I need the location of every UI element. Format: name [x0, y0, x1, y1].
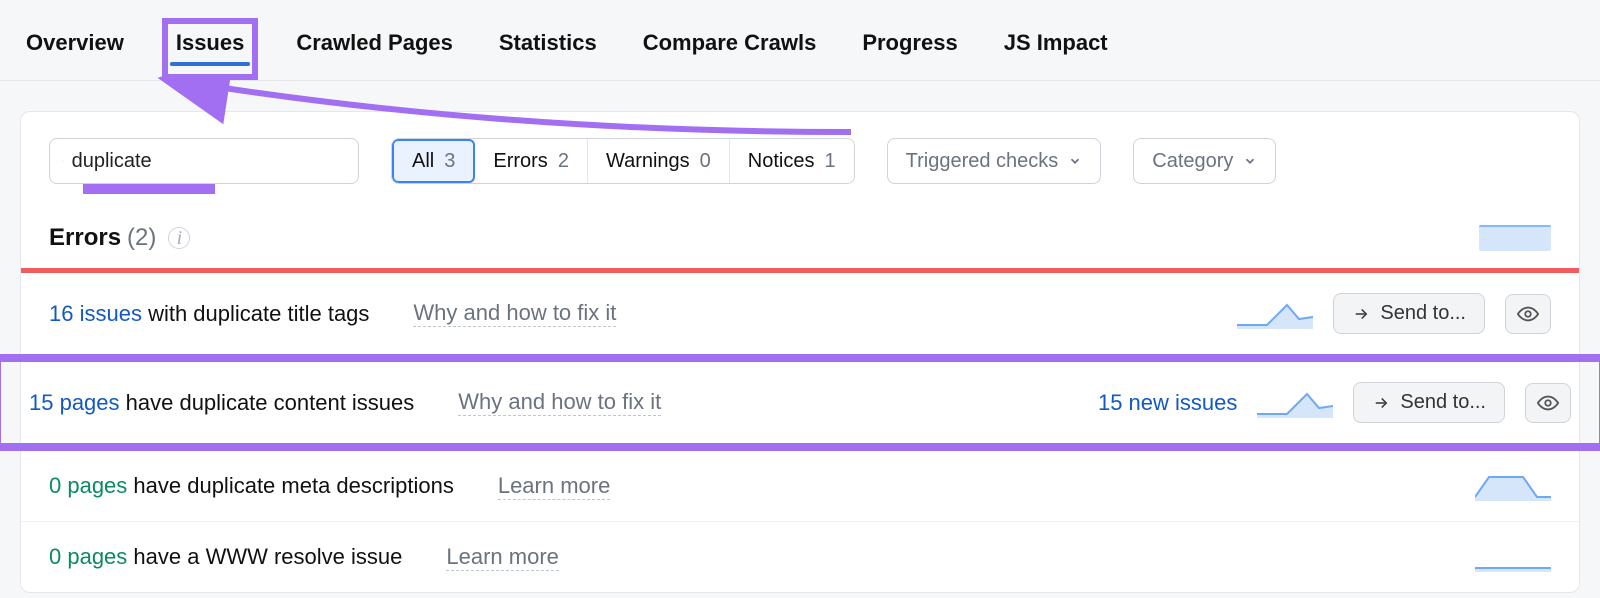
filter-label: Notices [748, 150, 815, 173]
arrow-right-icon [1352, 305, 1370, 323]
filter-count: 1 [825, 150, 836, 173]
tab-overview[interactable]: Overview [18, 24, 132, 74]
send-to-label: Send to... [1400, 391, 1486, 414]
tab-issues[interactable]: Issues [162, 18, 259, 80]
tab-bar: Overview Issues Crawled Pages Statistics Com… [0, 0, 1600, 81]
filter-label: All [412, 150, 434, 173]
issue-text[interactable]: 0 pages have duplicate meta descriptions [49, 473, 454, 499]
send-to-button[interactable]: Send to... [1333, 293, 1485, 334]
arrow-right-icon [1372, 394, 1390, 412]
tab-js-impact[interactable]: JS Impact [996, 24, 1116, 74]
sparkline [1257, 388, 1333, 418]
issue-row: 16 issues with duplicate title tags Why a… [21, 273, 1579, 354]
category-dropdown[interactable]: Category [1133, 138, 1276, 184]
tab-statistics[interactable]: Statistics [491, 24, 605, 74]
section-count: (2) [127, 224, 156, 252]
issue-row: 0 pages have a WWW resolve issue Learn mo… [21, 521, 1579, 592]
triggered-checks-label: Triggered checks [906, 150, 1059, 173]
view-button[interactable] [1505, 294, 1551, 334]
issue-row: 15 pages have duplicate content issues Wh… [1, 362, 1599, 443]
tab-progress[interactable]: Progress [854, 24, 965, 74]
filter-warnings[interactable]: Warnings 0 [588, 139, 730, 183]
view-button[interactable] [1525, 383, 1571, 423]
fix-hint-link[interactable]: Why and how to fix it [413, 300, 616, 327]
issue-count-link[interactable]: 15 pages [29, 390, 120, 415]
filter-segmented: All 3 Errors 2 Warnings 0 Notices 1 [391, 138, 855, 184]
sparkline [1475, 471, 1551, 501]
fix-hint-link[interactable]: Why and how to fix it [458, 389, 661, 416]
chevron-down-icon [1243, 154, 1257, 168]
tab-crawled-pages[interactable]: Crawled Pages [288, 24, 461, 74]
search-icon [62, 151, 64, 171]
issue-text[interactable]: 0 pages have a WWW resolve issue [49, 544, 402, 570]
fix-hint-link[interactable]: Learn more [446, 544, 559, 571]
filter-count: 2 [558, 150, 569, 173]
annotation-underline [83, 184, 215, 194]
sparkline [1475, 542, 1551, 572]
highlighted-row: 15 pages have duplicate content issues Wh… [0, 354, 1600, 451]
issue-row: 0 pages have duplicate meta descriptions… [21, 451, 1579, 521]
issue-text[interactable]: 15 pages have duplicate content issues [29, 390, 414, 416]
triggered-checks-dropdown[interactable]: Triggered checks [887, 138, 1102, 184]
issue-count-link[interactable]: 16 issues [49, 301, 142, 326]
filter-count: 3 [444, 150, 455, 173]
fix-hint-link[interactable]: Learn more [498, 473, 611, 500]
new-issues-link[interactable]: 15 new issues [1098, 390, 1237, 416]
issue-rows: 16 issues with duplicate title tags Why a… [21, 273, 1579, 592]
eye-icon [1537, 392, 1559, 414]
sparkline [1237, 299, 1313, 329]
filter-label: Warnings [606, 150, 690, 173]
section-title: Errors [49, 224, 121, 252]
tab-compare-crawls[interactable]: Compare Crawls [635, 24, 825, 74]
section-sparkline [1479, 225, 1551, 251]
section-header: Errors (2) i [49, 224, 1551, 252]
filter-notices[interactable]: Notices 1 [730, 139, 854, 183]
filter-errors[interactable]: Errors 2 [475, 139, 588, 183]
eye-icon [1517, 303, 1539, 325]
filter-all[interactable]: All 3 [392, 139, 475, 183]
issue-count-link[interactable]: 0 pages [49, 473, 127, 498]
issue-text[interactable]: 16 issues with duplicate title tags [49, 301, 369, 327]
search-wrap [49, 138, 359, 184]
issues-panel: All 3 Errors 2 Warnings 0 Notices 1 Triggered c… [20, 111, 1580, 593]
category-label: Category [1152, 150, 1233, 173]
search-input[interactable] [72, 150, 337, 173]
clear-icon[interactable] [345, 152, 346, 170]
send-to-button[interactable]: Send to... [1353, 382, 1505, 423]
chevron-down-icon [1068, 154, 1082, 168]
controls-row: All 3 Errors 2 Warnings 0 Notices 1 Triggered c… [49, 138, 1551, 184]
filter-label: Errors [493, 150, 547, 173]
info-icon[interactable]: i [168, 227, 190, 249]
search-input-container[interactable] [49, 138, 359, 184]
issue-count-link[interactable]: 0 pages [49, 544, 127, 569]
send-to-label: Send to... [1380, 302, 1466, 325]
filter-count: 0 [700, 150, 711, 173]
